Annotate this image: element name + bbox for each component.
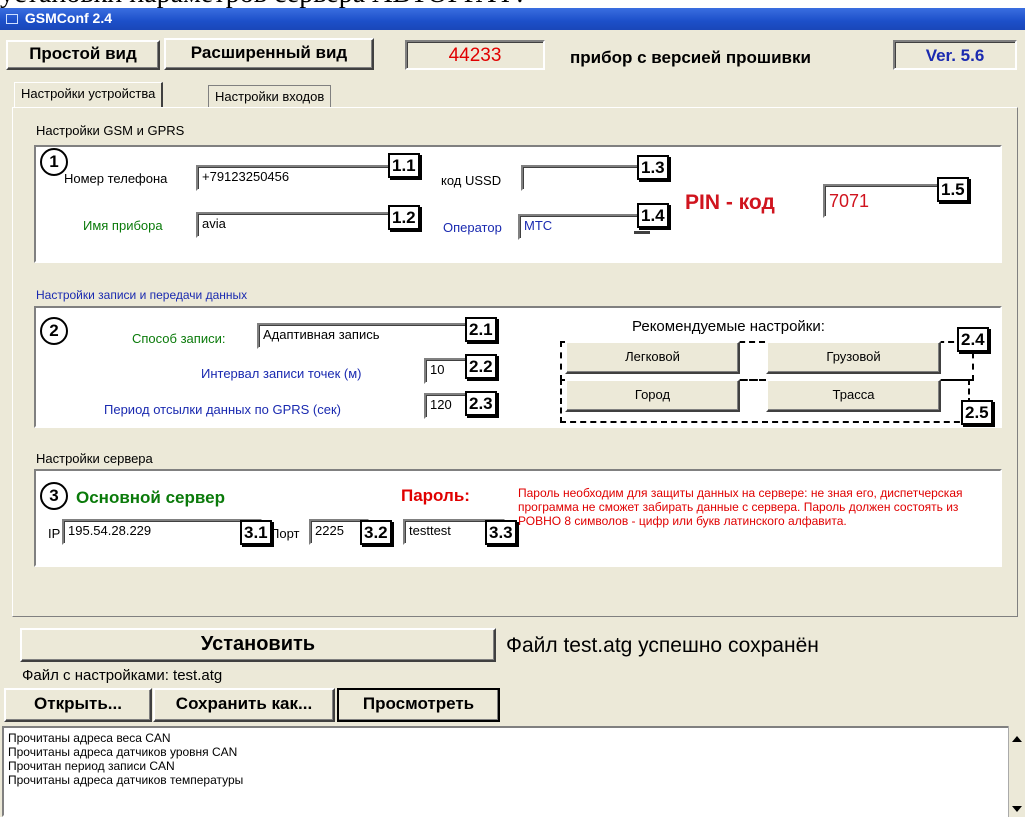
log-line: Прочитаны адреса веса CAN <box>8 731 171 745</box>
tag-3-2: 3.2 <box>360 520 392 545</box>
firmware-label: прибор с версией прошивки <box>570 48 811 67</box>
record-section-title: Настройки записи и передачи данных <box>36 288 248 302</box>
preset-car-button[interactable]: Легковой <box>565 341 740 374</box>
install-button[interactable]: Установить <box>20 628 496 662</box>
tag-2-1: 2.1 <box>465 317 497 342</box>
scroll-up-icon[interactable] <box>1012 736 1022 742</box>
device-name-input[interactable]: avia <box>196 212 418 238</box>
ussd-label: код USSD <box>441 173 502 188</box>
phone-input[interactable]: +79123250456 <box>196 165 418 191</box>
tag-2-2: 2.2 <box>465 354 497 379</box>
window-title-bar[interactable]: GSMConf 2.4 <box>0 8 1025 30</box>
preset-city-button[interactable]: Город <box>565 379 740 412</box>
firmware-version: Ver. 5.6 <box>893 40 1017 70</box>
log-line: Прочитаны адреса датчиков температуры <box>8 773 244 787</box>
recommended-label: Рекомендуемые настройки: <box>632 318 825 335</box>
save-as-button[interactable]: Сохранить как... <box>153 688 335 722</box>
gprs-period-label: Период отсылки данных по GPRS (сек) <box>104 402 341 417</box>
interval-label: Интервал записи точек (м) <box>201 366 362 381</box>
simple-view-button[interactable]: Простой вид <box>6 40 160 70</box>
tag-3-1: 3.1 <box>240 520 272 545</box>
pin-label: PIN - код <box>685 191 775 214</box>
settings-file-label: Файл с настройками: test.atg <box>22 667 223 684</box>
record-method-select[interactable]: Адаптивная запись <box>257 323 481 349</box>
app-icon <box>6 14 18 25</box>
tag-3-3: 3.3 <box>485 520 517 545</box>
log-scrollbar[interactable] <box>1008 726 1025 817</box>
tab-device-settings[interactable]: Настройки устройства <box>14 82 164 108</box>
tag-1-1: 1.1 <box>388 153 420 178</box>
marker-2: 2 <box>40 317 68 345</box>
main-server-label: Основной сервер <box>76 488 225 507</box>
ip-label: IP <box>48 526 61 541</box>
device-number: 44233 <box>405 40 545 70</box>
window-title: GSMConf 2.4 <box>24 10 113 26</box>
log-panel[interactable]: Прочитаны адреса веса CAN Прочитаны адре… <box>2 726 1012 817</box>
ip-input[interactable]: 195.54.28.229 <box>62 519 262 545</box>
tag-1-5: 1.5 <box>937 177 969 202</box>
password-note: Пароль необходим для защиты данных на се… <box>518 486 963 528</box>
view-button[interactable]: Просмотреть <box>337 688 500 722</box>
tag-1-2: 1.2 <box>388 205 420 230</box>
record-method-label: Способ записи: <box>132 331 226 346</box>
advanced-view-button[interactable]: Расширенный вид <box>164 38 374 70</box>
tag-2-4: 2.4 <box>957 327 989 352</box>
tag-2-3: 2.3 <box>465 391 497 416</box>
tag-1-3: 1.3 <box>637 155 669 180</box>
gsm-section-title: Настройки GSM и GPRS <box>36 123 185 138</box>
log-line: Прочитан период записи CAN <box>8 759 175 773</box>
operator-label: Оператор <box>443 220 502 235</box>
phone-label: Номер телефона <box>64 171 168 186</box>
preset-truck-button[interactable]: Грузовой <box>766 341 941 374</box>
tag-1-4: 1.4 <box>637 203 669 228</box>
tag-2-5: 2.5 <box>961 400 993 425</box>
saved-message: Файл test.atg успешно сохранён <box>506 634 819 657</box>
marker-3: 3 <box>40 482 68 510</box>
chevron-down-icon[interactable] <box>634 228 650 234</box>
tab-input-settings[interactable]: Настройки входов <box>208 85 332 108</box>
server-section-title: Настройки сервера <box>36 451 153 466</box>
scroll-down-icon[interactable] <box>1012 806 1022 812</box>
preset-highway-button[interactable]: Трасса <box>766 379 941 412</box>
port-label: Порт <box>270 526 300 541</box>
password-label: Пароль: <box>401 486 470 505</box>
log-line: Прочитаны адреса датчиков уровня CAN <box>8 745 238 759</box>
device-name-label: Имя прибора <box>83 218 163 233</box>
open-button[interactable]: Открыть... <box>4 688 152 722</box>
